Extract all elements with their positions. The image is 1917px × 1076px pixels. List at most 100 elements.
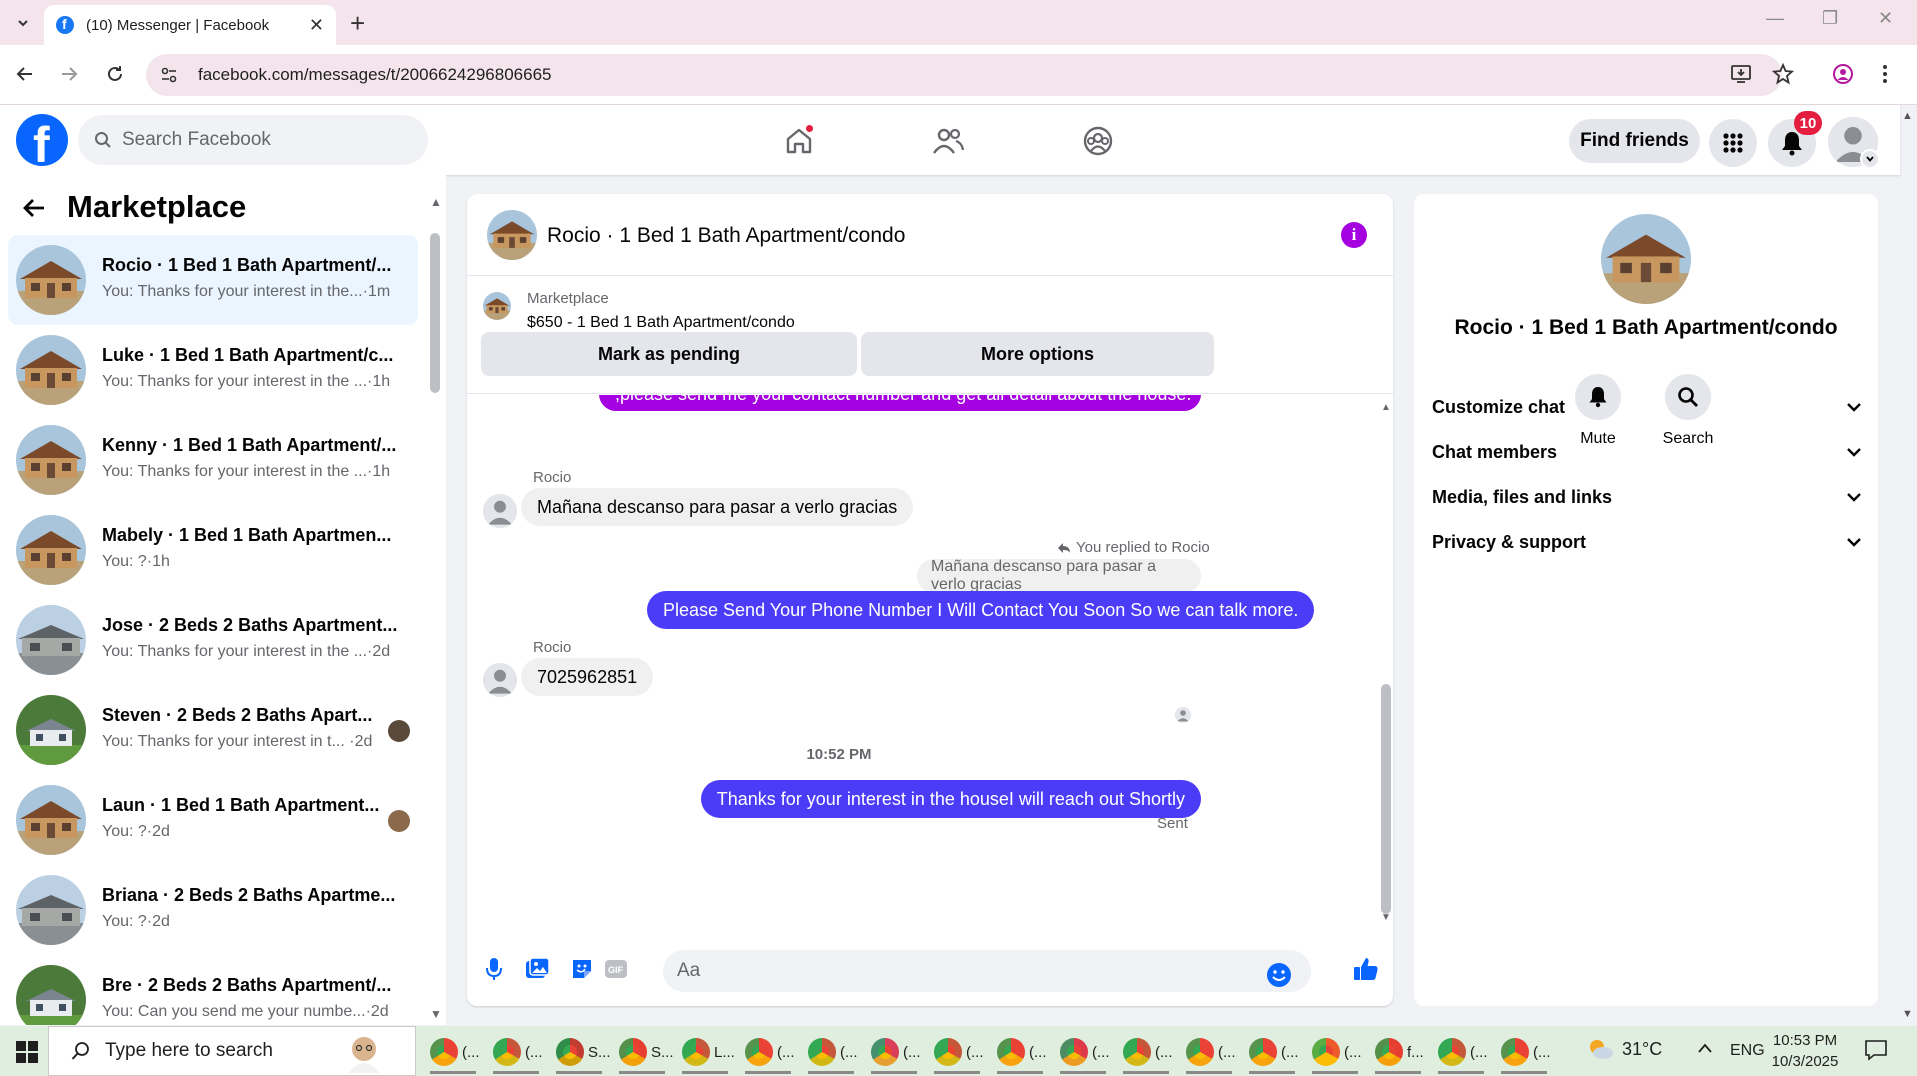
more-options-button[interactable]: More options: [861, 332, 1214, 376]
taskbar-app-button[interactable]: (...: [1432, 1032, 1490, 1074]
conversation-item[interactable]: Luke · 1 Bed 1 Bath Apartment/c... You: T…: [8, 325, 418, 415]
scroll-up-arrow-icon[interactable]: ▲: [430, 195, 442, 209]
chat-listing-thumbnail[interactable]: [487, 210, 537, 260]
conversation-item[interactable]: Rocio · 1 Bed 1 Bath Apartment/... You: T…: [8, 235, 418, 325]
message-input[interactable]: [677, 960, 1237, 982]
taskbar-app-button[interactable]: (...: [1243, 1032, 1301, 1074]
taskbar-app-button[interactable]: (...: [1054, 1032, 1112, 1074]
app-running-indicator: [871, 1071, 917, 1074]
taskbar-app-button[interactable]: (...: [1495, 1032, 1553, 1074]
maximize-icon[interactable]: ❐: [1822, 8, 1838, 29]
message-input-box[interactable]: [663, 950, 1311, 992]
taskbar-app-button[interactable]: (...: [487, 1032, 545, 1074]
taskbar-app-button[interactable]: f...: [1369, 1032, 1427, 1074]
page-scroll-down-icon[interactable]: ▼: [1902, 1008, 1913, 1020]
notifications-bell-icon[interactable]: 10: [1768, 111, 1822, 167]
photo-gallery-icon[interactable]: [523, 954, 553, 984]
message-bubble-incoming[interactable]: Mañana descanso para pasar a verlo graci…: [521, 488, 914, 526]
sticker-icon[interactable]: [567, 954, 597, 984]
app-running-indicator: [745, 1071, 791, 1074]
weather-widget[interactable]: 31°C: [1586, 1038, 1662, 1060]
media-files-links-section[interactable]: Media, files and links: [1432, 475, 1862, 519]
taskbar-app-button[interactable]: (...: [991, 1032, 1049, 1074]
privacy-support-section[interactable]: Privacy & support: [1432, 520, 1862, 564]
facebook-logo-icon[interactable]: f: [16, 114, 68, 166]
conversation-item[interactable]: Kenny · 1 Bed 1 Bath Apartment/... You: T…: [8, 415, 418, 505]
quoted-message[interactable]: Mañana descanso para pasar a verlo graci…: [917, 558, 1201, 593]
taskbar-app-button[interactable]: S...: [550, 1032, 611, 1074]
emoji-icon[interactable]: [1264, 960, 1294, 990]
browser-tab-messenger[interactable]: (10) Messenger | Facebook ✕: [44, 5, 336, 45]
profile-icon[interactable]: [1832, 63, 1854, 85]
close-tab-icon[interactable]: ✕: [309, 15, 324, 36]
reload-icon[interactable]: [102, 61, 128, 87]
menu-grid-icon[interactable]: [1709, 119, 1757, 167]
message-bubble-outgoing[interactable]: ,please send me your contact number and …: [599, 395, 1201, 411]
conversation-item[interactable]: Laun · 1 Bed 1 Bath Apartment... You: ?·2…: [8, 775, 418, 865]
message-bubble-incoming[interactable]: 7025962851: [521, 658, 654, 696]
forward-arrow-icon[interactable]: [56, 61, 82, 87]
groups-nav-icon[interactable]: [1076, 119, 1120, 163]
taskbar-app-button[interactable]: S...: [613, 1032, 674, 1074]
back-arrow-icon[interactable]: [22, 197, 46, 219]
temperature: 31°C: [1622, 1038, 1663, 1059]
thumbs-up-icon[interactable]: [1351, 954, 1381, 984]
taskbar-search-box[interactable]: Type here to search: [48, 1026, 416, 1076]
microphone-icon[interactable]: [479, 954, 509, 984]
customize-chat-section[interactable]: Customize chat: [1432, 385, 1862, 429]
taskbar-app-button[interactable]: (...: [802, 1032, 860, 1074]
friends-nav-icon[interactable]: [926, 119, 970, 163]
new-tab-plus-icon[interactable]: +: [350, 8, 365, 39]
conversation-item[interactable]: Mabely · 1 Bed 1 Bath Apartmen... You: ?·…: [8, 505, 418, 595]
notification-center-icon[interactable]: [1864, 1038, 1888, 1062]
taskbar-app-button[interactable]: (...: [1180, 1032, 1238, 1074]
mark-as-pending-button[interactable]: Mark as pending: [481, 332, 857, 376]
listing-price-title[interactable]: $650 - 1 Bed 1 Bath Apartment/condo: [527, 314, 795, 332]
browser-menu-icon[interactable]: [1882, 63, 1888, 85]
message-bubble-outgoing[interactable]: Thanks for your interest in the houseI w…: [700, 780, 1201, 818]
back-arrow-icon[interactable]: [12, 61, 38, 87]
thread-scroll-down-icon[interactable]: ▼: [1381, 912, 1391, 923]
minimize-icon[interactable]: —: [1766, 8, 1784, 29]
message-bubble-outgoing[interactable]: Please Send Your Phone Number I Will Con…: [647, 591, 1315, 629]
account-chevron-down-icon[interactable]: [1860, 149, 1880, 169]
tab-search-chevron-icon[interactable]: [10, 10, 36, 36]
conversation-item[interactable]: Bre · 2 Beds 2 Baths Apartment/... You: C…: [8, 955, 418, 1025]
conversation-name: Rocio · 1 Bed 1 Bath Apartment/...: [102, 255, 392, 275]
sidebar-scrollbar[interactable]: [430, 233, 440, 393]
taskbar-app-button[interactable]: (...: [865, 1032, 923, 1074]
conversation-item[interactable]: Jose · 2 Beds 2 Baths Apartment... You: T…: [8, 595, 418, 685]
home-nav-icon[interactable]: [777, 119, 821, 163]
facebook-search-input[interactable]: [122, 129, 402, 151]
chat-members-section[interactable]: Chat members: [1432, 430, 1862, 474]
bookmark-star-icon[interactable]: [1772, 63, 1794, 85]
close-window-icon[interactable]: ✕: [1878, 8, 1893, 29]
taskbar-app-button[interactable]: L...: [676, 1032, 735, 1074]
show-hidden-icons-chevron-icon[interactable]: [1697, 1042, 1713, 1054]
scroll-down-arrow-icon[interactable]: ▼: [430, 1007, 442, 1021]
system-clock[interactable]: 10:53 PM 10/3/2025: [1760, 1030, 1850, 1072]
sender-avatar[interactable]: [483, 663, 517, 697]
taskbar-app-button[interactable]: (...: [739, 1032, 797, 1074]
conversation-item[interactable]: Steven · 2 Beds 2 Baths Apart... You: Tha…: [8, 685, 418, 775]
thread-scroll-up-icon[interactable]: ▲: [1381, 402, 1391, 413]
windows-start-icon[interactable]: [16, 1041, 38, 1063]
chat-title[interactable]: Rocio · 1 Bed 1 Bath Apartment/condo: [547, 224, 905, 248]
taskbar-app-button[interactable]: (...: [1117, 1032, 1175, 1074]
taskbar-app-button[interactable]: (...: [928, 1032, 986, 1074]
address-bar[interactable]: facebook.com/messages/t/2006624296806665: [146, 54, 1782, 96]
find-friends-button[interactable]: Find friends: [1569, 119, 1700, 163]
info-icon[interactable]: i: [1341, 222, 1367, 248]
facebook-search-box[interactable]: [78, 115, 428, 165]
site-settings-icon[interactable]: [160, 66, 178, 84]
taskbar-app-button[interactable]: (...: [424, 1032, 482, 1074]
thread-scrollbar[interactable]: [1381, 684, 1391, 914]
conversation-avatar[interactable]: [1601, 214, 1691, 304]
listing-thumbnail[interactable]: [483, 292, 511, 320]
sender-avatar[interactable]: [483, 494, 517, 528]
gif-icon[interactable]: GIF: [601, 954, 631, 984]
taskbar-app-button[interactable]: (...: [1306, 1032, 1364, 1074]
conversation-item[interactable]: Briana · 2 Beds 2 Baths Apartme... You: ?…: [8, 865, 418, 955]
page-scroll-up-icon[interactable]: ▲: [1902, 110, 1913, 122]
install-app-icon[interactable]: [1730, 63, 1752, 85]
